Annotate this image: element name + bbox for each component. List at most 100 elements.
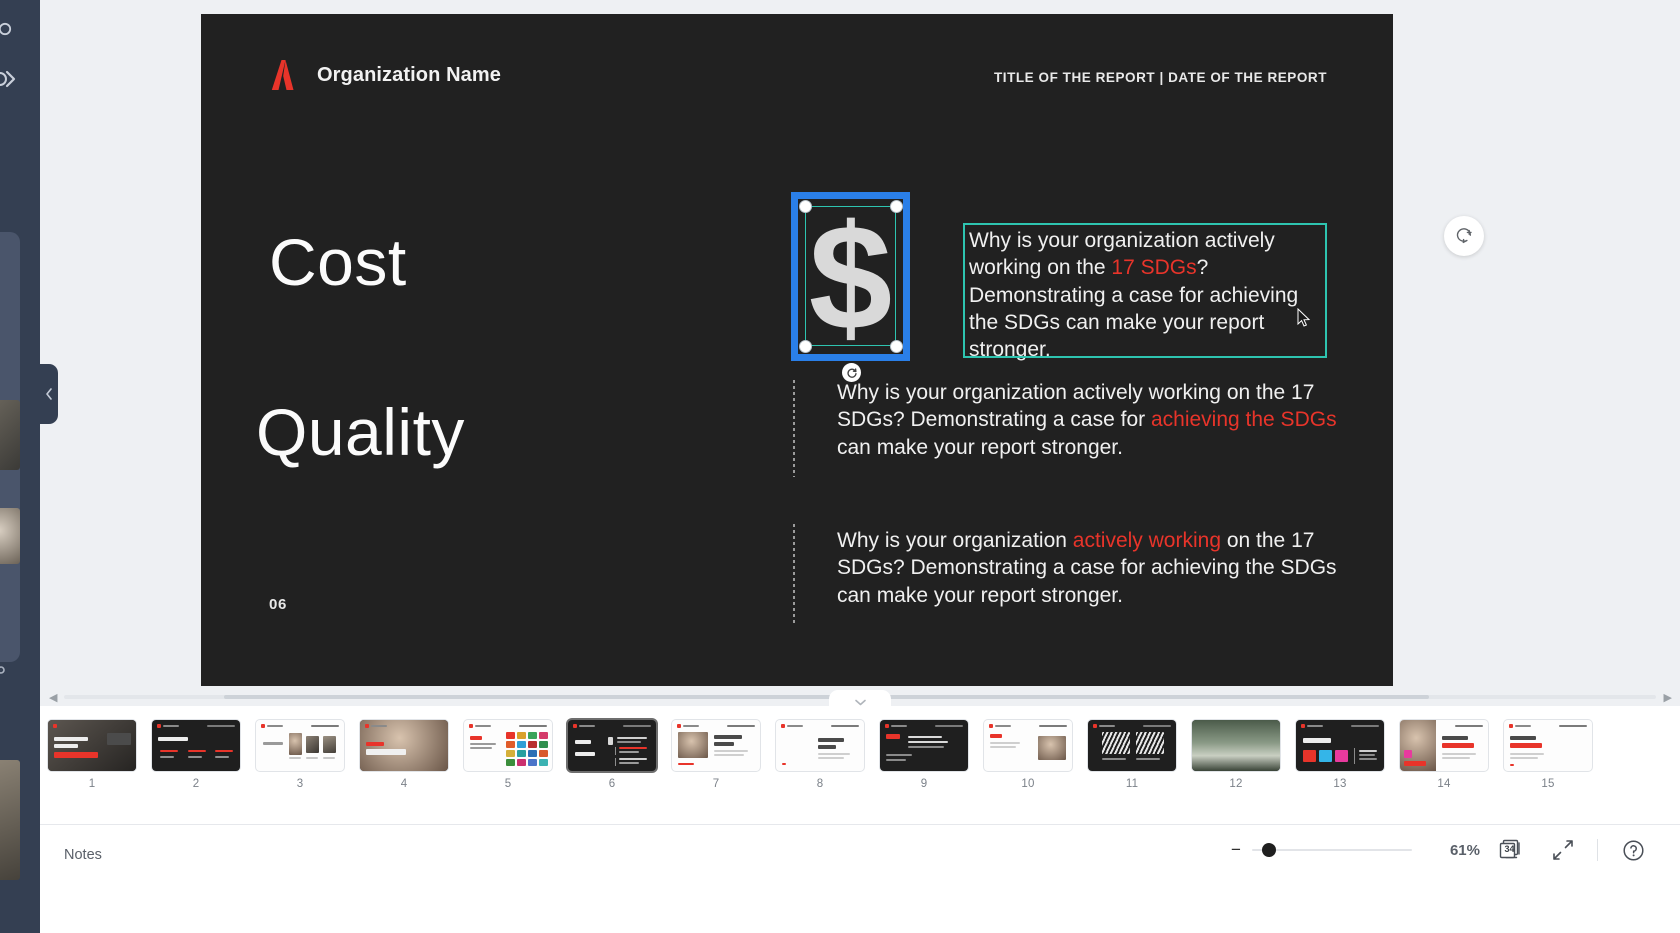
slide-thumbnail[interactable]	[360, 720, 448, 771]
thumbnail-cell[interactable]: 15	[1496, 720, 1600, 790]
organization-logo-icon	[271, 60, 294, 90]
thumbnail-cell[interactable]: 11	[1080, 720, 1184, 790]
thumbnail-number: 13	[1333, 778, 1347, 790]
slide-canvas[interactable]: Organization Name TITLE OF THE REPORT | …	[201, 14, 1393, 686]
slide-thumbnail[interactable]	[152, 720, 240, 771]
slide-filmstrip[interactable]: 1 2 3 4 5 6 7 8 9 10 11 12 13 14 15	[40, 690, 1680, 824]
thumbnail-cell[interactable]: 3	[248, 720, 352, 790]
scroll-left-arrow-icon[interactable]: ◀	[49, 691, 57, 704]
thumbnail-cell[interactable]: 10	[976, 720, 1080, 790]
resize-handle-bottom-right[interactable]	[890, 340, 903, 353]
bottom-bar: Notes − 61% 34	[40, 824, 1680, 933]
thumbnail-number: 11	[1125, 778, 1139, 790]
thumbnail-cell[interactable]: 1	[40, 720, 144, 790]
scroll-thumb[interactable]	[224, 695, 1429, 699]
thumbnail-cell[interactable]: 8	[768, 720, 872, 790]
rail-expand-arrow-icon[interactable]	[0, 62, 22, 96]
chevron-down-icon	[854, 699, 866, 706]
question-mark-icon	[1622, 839, 1644, 861]
rail-drag-dot-icon[interactable]	[0, 663, 10, 679]
slide-thumbnail[interactable]	[1088, 720, 1176, 771]
divider-rail-3	[793, 524, 795, 624]
thumbnail-cell[interactable]: 5	[456, 720, 560, 790]
thumbnail-number: 9	[920, 778, 928, 790]
report-title-date: TITLE OF THE REPORT | DATE OF THE REPORT	[993, 70, 1327, 85]
fullscreen-button[interactable]	[1550, 837, 1576, 863]
bottom-bar-divider	[1597, 839, 1598, 861]
thumbnail-number: 12	[1229, 778, 1243, 790]
selection-outline-teal	[805, 206, 896, 346]
thumbnail-list[interactable]: 1 2 3 4 5 6 7 8 9 10 11 12 13 14 15	[40, 720, 1600, 824]
rail-circle-icon[interactable]	[0, 12, 22, 46]
thumbnail-cell[interactable]: 13	[1288, 720, 1392, 790]
divider-rail-2	[793, 380, 795, 477]
panel-collapse-button[interactable]	[40, 364, 58, 424]
slide-thumbnail[interactable]	[568, 720, 656, 771]
tb3-part1: Why is your organization	[837, 529, 1073, 552]
rail-thumbnail-b[interactable]	[0, 508, 20, 564]
zoom-slider-knob[interactable]	[1262, 842, 1276, 857]
tb2-accent: achieving the SDGs	[1150, 408, 1337, 432]
resize-handle-top-right[interactable]	[890, 200, 903, 213]
zoom-slider[interactable]	[1252, 842, 1412, 857]
left-rail	[0, 0, 40, 933]
slide-surface[interactable]: Organization Name TITLE OF THE REPORT | …	[201, 14, 1393, 686]
slide-thumbnail[interactable]	[880, 720, 968, 771]
thumbnail-cell[interactable]: 6	[560, 720, 664, 790]
zoom-control-group[interactable]: −	[1230, 841, 1412, 858]
thumbnail-number: 2	[192, 778, 200, 790]
brand-group: Organization Name	[271, 59, 501, 91]
slide-thumbnail[interactable]	[1504, 720, 1592, 771]
tb3-accent: actively working	[1072, 529, 1222, 552]
add-comment-button[interactable]	[1444, 216, 1484, 256]
thumbnail-cell[interactable]: 4	[352, 720, 456, 790]
zoom-out-button[interactable]: −	[1230, 841, 1242, 858]
presentation-editor: Organization Name TITLE OF THE REPORT | …	[0, 0, 1680, 933]
thumbnail-number: 3	[296, 778, 304, 790]
slide-number: 06	[269, 596, 287, 613]
slide-thumbnail[interactable]	[48, 720, 136, 771]
slide-thumbnail[interactable]	[776, 720, 864, 771]
filmstrip-collapse-handle[interactable]	[829, 690, 891, 708]
comment-plus-icon	[1456, 228, 1472, 244]
tb2-part2: can make your report stronger.	[837, 435, 1123, 459]
slide-header: Organization Name TITLE OF THE REPORT | …	[201, 14, 1393, 134]
thumbnail-number: 8	[816, 778, 824, 790]
text-block-3[interactable]: Why is your organization actively workin…	[837, 527, 1337, 609]
chevron-left-icon	[46, 388, 52, 400]
slide-thumbnail[interactable]	[984, 720, 1072, 771]
text-block-2[interactable]: Why is your organization actively workin…	[837, 379, 1337, 461]
thumbnail-cell[interactable]: 9	[872, 720, 976, 790]
text-block-1[interactable]: Why is your organization actively workin…	[965, 225, 1327, 367]
zoom-slider-track[interactable]	[1252, 848, 1412, 851]
thumbnail-cell[interactable]: 12	[1184, 720, 1288, 790]
rail-thumbnail-c[interactable]	[0, 760, 20, 880]
thumbnail-number: 5	[504, 778, 512, 790]
slide-thumbnail[interactable]	[672, 720, 760, 771]
thumbnail-number: 14	[1437, 778, 1451, 790]
thumbnail-cell[interactable]: 7	[664, 720, 768, 790]
slide-thumbnail[interactable]	[464, 720, 552, 771]
scroll-right-arrow-icon[interactable]: ▶	[1664, 691, 1672, 704]
thumbnail-number: 15	[1541, 778, 1555, 790]
organization-name: Organization Name	[317, 63, 501, 86]
slide-thumbnail[interactable]	[256, 720, 344, 771]
slide-count-button[interactable]: 34	[1498, 837, 1524, 863]
slide-thumbnail[interactable]	[1400, 720, 1488, 771]
thumbnail-cell[interactable]: 2	[144, 720, 248, 790]
editor-area: Organization Name TITLE OF THE REPORT | …	[40, 0, 1680, 933]
slide-thumbnail[interactable]	[1192, 720, 1280, 771]
resize-handle-top-left[interactable]	[799, 200, 812, 213]
zoom-percentage: 61%	[1449, 842, 1480, 859]
resize-handle-bottom-left[interactable]	[799, 340, 812, 353]
slide-thumbnail[interactable]	[1296, 720, 1384, 771]
help-button[interactable]	[1620, 837, 1646, 863]
thumbnail-cell[interactable]: 14	[1392, 720, 1496, 790]
keyword-quality[interactable]: Quality	[256, 399, 465, 465]
thumbnail-number: 4	[400, 778, 408, 790]
keyword-cost[interactable]: Cost	[269, 229, 407, 295]
thumbnail-number: 7	[712, 778, 720, 790]
rail-thumbnail-a[interactable]	[0, 400, 20, 470]
expand-arrows-icon	[1553, 840, 1573, 860]
notes-label[interactable]: Notes	[64, 847, 102, 863]
